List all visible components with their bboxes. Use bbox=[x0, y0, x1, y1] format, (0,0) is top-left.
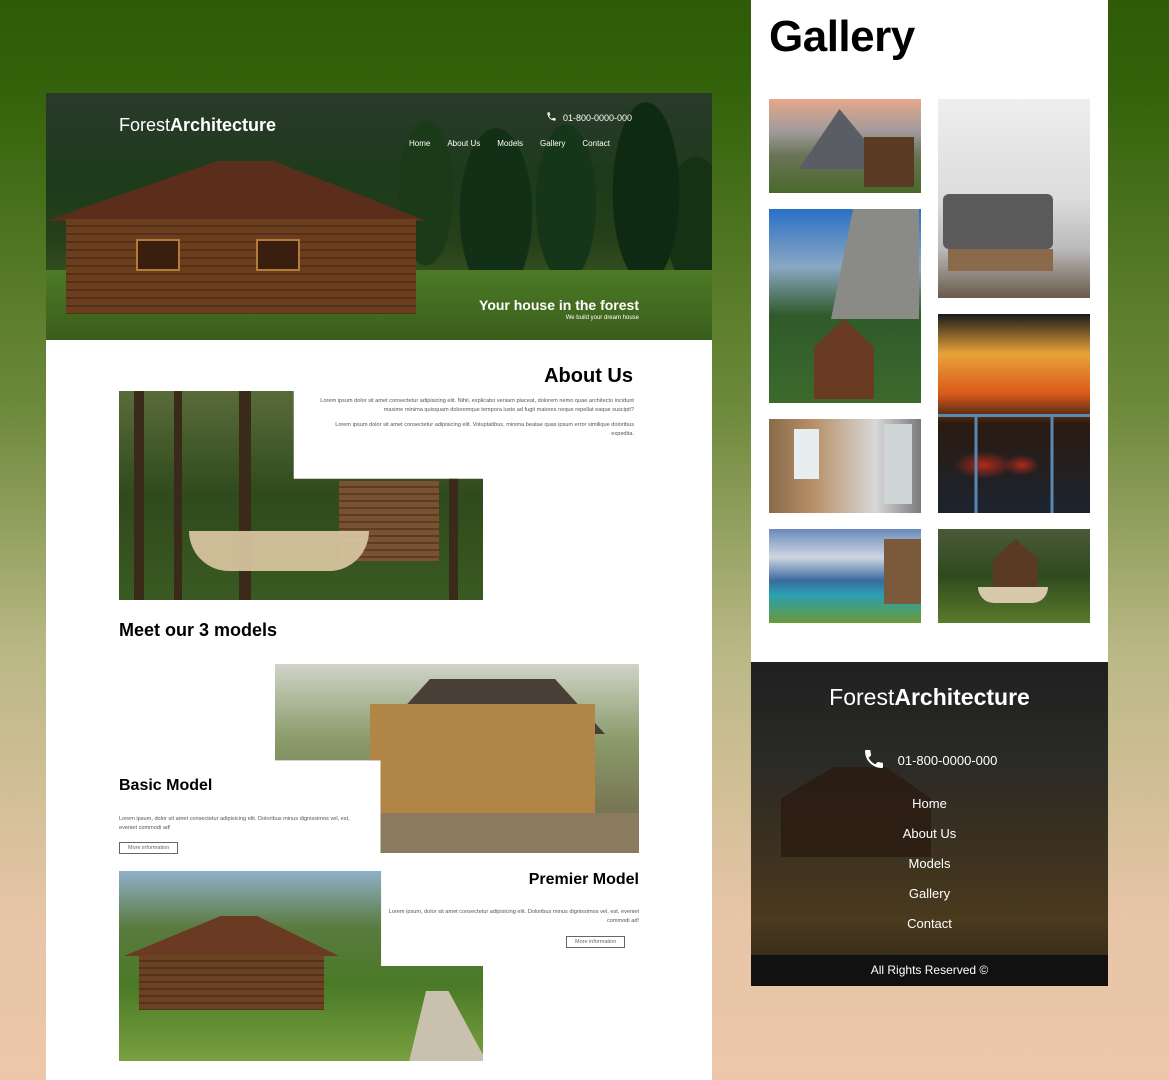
premier-more-info-button[interactable]: More information bbox=[566, 936, 626, 948]
nav-models[interactable]: Models bbox=[497, 139, 523, 148]
hero-banner: ForestArchitecture 01-800-0000-000 Home … bbox=[46, 93, 712, 340]
hero-cabin bbox=[66, 219, 416, 314]
footer-copyright: All Rights Reserved © bbox=[751, 955, 1108, 986]
phone-icon bbox=[546, 111, 557, 124]
premier-model-title: Premier Model bbox=[528, 871, 639, 888]
footer-link-contact[interactable]: Contact bbox=[751, 914, 1108, 944]
models-title: Meet our 3 models bbox=[119, 620, 278, 640]
footer-logo[interactable]: ForestArchitecture bbox=[751, 684, 1108, 711]
header-phone[interactable]: 01-800-0000-000 bbox=[546, 111, 632, 124]
gallery-title: Gallery bbox=[769, 12, 915, 61]
basic-model-text: Lorem ipsum, dolor sit amet consectetur … bbox=[119, 816, 350, 831]
gallery-image-lake[interactable] bbox=[769, 529, 921, 623]
hero-title: Your house in the forest bbox=[479, 297, 639, 313]
phone-icon bbox=[862, 747, 886, 774]
gallery-image-mountain-cabin[interactable] bbox=[769, 99, 921, 193]
website-mockup: ForestArchitecture 01-800-0000-000 Home … bbox=[46, 93, 712, 1080]
footer-phone[interactable]: 01-800-0000-000 bbox=[751, 747, 1108, 774]
gallery-image-hammock[interactable] bbox=[938, 529, 1090, 623]
basic-model-title: Basic Model bbox=[119, 777, 213, 794]
about-title: About Us bbox=[544, 365, 633, 387]
premier-model-text: Lorem ipsum, dolor sit amet consectetur … bbox=[388, 909, 639, 924]
nav-contact[interactable]: Contact bbox=[582, 139, 610, 148]
gallery-image-fire[interactable] bbox=[938, 314, 1090, 513]
about-text: Lorem ipsum dolor sit amet consectetur a… bbox=[320, 398, 634, 437]
nav-home[interactable]: Home bbox=[409, 139, 430, 148]
basic-more-info-button[interactable]: More information bbox=[119, 842, 179, 854]
footer-link-models[interactable]: Models bbox=[751, 854, 1108, 884]
hero-subtitle: We build your dream house bbox=[565, 315, 639, 321]
footer-link-gallery[interactable]: Gallery bbox=[751, 884, 1108, 914]
header-logo[interactable]: ForestArchitecture bbox=[119, 115, 276, 136]
header-nav: Home About Us Models Gallery Contact bbox=[409, 139, 610, 148]
footer-link-about-us[interactable]: About Us bbox=[751, 824, 1108, 854]
premier-model-image bbox=[119, 871, 483, 1061]
gallery-section: Gallery bbox=[751, 0, 1108, 662]
footer-section: ForestArchitecture 01-800-0000-000 Home … bbox=[751, 662, 1108, 986]
gallery-image-cabin-interior[interactable] bbox=[769, 419, 921, 513]
gallery-image-valley-cabin[interactable] bbox=[769, 209, 921, 403]
hero-tagline: Your house in the forest We build your d… bbox=[479, 297, 639, 321]
gallery-image-living-room[interactable] bbox=[938, 99, 1090, 298]
nav-gallery[interactable]: Gallery bbox=[540, 139, 565, 148]
nav-about-us[interactable]: About Us bbox=[447, 139, 480, 148]
footer-nav: Home About Us Models Gallery Contact bbox=[751, 794, 1108, 944]
footer-link-home[interactable]: Home bbox=[751, 794, 1108, 824]
